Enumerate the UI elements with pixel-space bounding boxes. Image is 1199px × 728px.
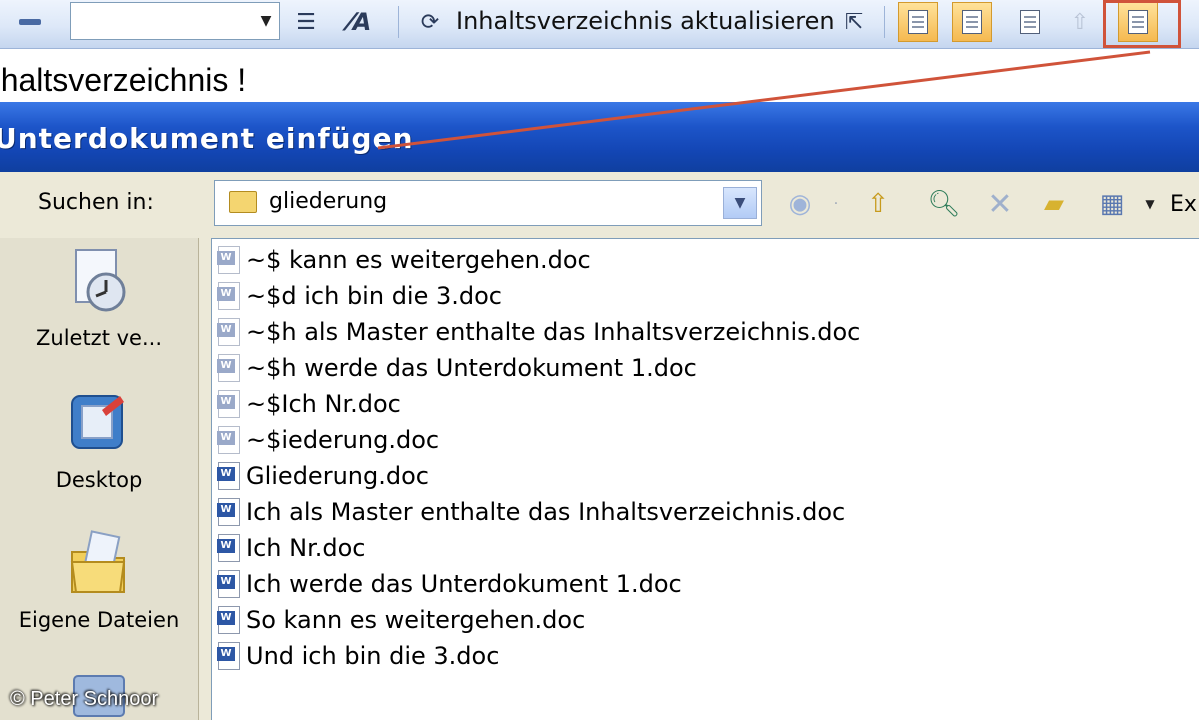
file-name: Ich Nr.doc <box>246 534 366 562</box>
file-name: ~$ kann es weitergehen.doc <box>246 246 591 274</box>
file-name: ~$h als Master enthalte das Inhaltsverze… <box>246 318 861 346</box>
list-item[interactable]: W ~$Ich Nr.doc <box>217 387 401 421</box>
remove-subdocument-button[interactable]: ⇧ <box>1064 6 1096 38</box>
word-document-icon: W <box>217 318 240 346</box>
extras-button[interactable]: Ex <box>1170 192 1197 217</box>
file-name: Und ich bin die 3.doc <box>246 642 500 670</box>
outline-level-combo[interactable]: ▼ <box>70 2 280 40</box>
word-document-icon: W <box>217 390 240 418</box>
views-dropdown[interactable]: ▼ <box>1140 184 1160 224</box>
file-name: ~$h werde das Unterdokument 1.doc <box>246 354 697 382</box>
update-toc-icon-button[interactable]: ⟳ <box>414 6 446 38</box>
views-icon: ▦ <box>1099 189 1125 219</box>
word-document-icon: W <box>217 534 240 562</box>
word-document-icon: W <box>217 606 240 634</box>
go-to-toc-button[interactable]: ⇱ <box>838 6 870 38</box>
back-dropdown[interactable]: · <box>826 184 846 224</box>
word-document-icon: W <box>217 498 240 526</box>
list-item[interactable]: W ~$h als Master enthalte das Inhaltsver… <box>217 315 861 349</box>
word-document-icon: W <box>217 246 240 274</box>
demote-button[interactable] <box>8 8 52 36</box>
file-name: Ich als Master enthalte das Inhaltsverze… <box>246 498 846 526</box>
my-documents-icon <box>66 528 132 598</box>
look-in-combo[interactable]: gliederung ▼ <box>214 180 762 226</box>
text-format-icon: ⁄A <box>348 8 372 36</box>
annotation-highlight-box <box>1103 0 1181 48</box>
file-name: So kann es weitergehen.doc <box>246 606 586 634</box>
collapse-subdocuments-button[interactable] <box>952 2 992 42</box>
list-item[interactable]: W Gliederung.doc <box>217 459 429 493</box>
list-item[interactable]: W Ich werde das Unterdokument 1.doc <box>217 567 682 601</box>
page-icon <box>1020 10 1040 34</box>
place-desktop[interactable]: Desktop <box>0 388 198 492</box>
minus-icon <box>19 19 41 25</box>
list-item[interactable]: W So kann es weitergehen.doc <box>217 603 586 637</box>
chevron-down-icon[interactable]: ▼ <box>253 3 279 39</box>
delete-icon: ✕ <box>987 186 1013 222</box>
desktop-icon <box>66 388 132 458</box>
document-arrow-icon: ⇱ <box>844 9 864 35</box>
place-label: Zuletzt ve... <box>36 326 162 350</box>
list-item[interactable]: W ~$iederung.doc <box>217 423 440 457</box>
folder-icon <box>229 191 257 213</box>
update-toc-button[interactable]: Inhaltsverzeichnis aktualisieren <box>456 2 835 40</box>
word-document-icon: W <box>217 642 240 670</box>
toolbar-separator <box>398 6 399 38</box>
delete-button[interactable]: ✕ <box>980 184 1020 224</box>
refresh-icon: ⟳ <box>420 9 440 35</box>
copyright-watermark: © Peter Schnoor <box>10 688 159 710</box>
places-bar: Zuletzt ve... Desktop Eigene Dateien <box>0 238 199 720</box>
lines-icon: ☰ <box>296 9 316 35</box>
new-folder-icon: ▰ <box>1044 189 1064 219</box>
search-web-button[interactable]: 🔍︎ <box>922 184 966 224</box>
word-document-icon: W <box>217 462 240 490</box>
list-item[interactable]: W Ich Nr.doc <box>217 531 366 565</box>
show-formatting-button[interactable]: ⁄A <box>344 6 376 38</box>
file-name: Ich werde das Unterdokument 1.doc <box>246 570 682 598</box>
file-list[interactable]: W ~$ kann es weitergehen.doc W ~$d ich b… <box>211 238 1199 720</box>
toolbar: ▼ ☰ ⁄A ⟳ Inhaltsverzeichnis aktualisiere… <box>0 0 1199 49</box>
word-document-icon: W <box>217 570 240 598</box>
up-folder-icon: ⇧ <box>867 189 889 219</box>
chevron-down-icon: ▼ <box>1145 197 1155 211</box>
views-button[interactable]: ▦ <box>1090 184 1134 224</box>
show-level-button[interactable]: ☰ <box>290 6 322 38</box>
back-arrow-icon: ◉ <box>788 189 812 219</box>
master-document-view-button[interactable] <box>898 2 938 42</box>
word-document-icon: W <box>217 282 240 310</box>
place-label: Eigene Dateien <box>18 608 180 632</box>
recent-documents-icon <box>66 246 132 316</box>
create-subdocument-button[interactable] <box>1014 6 1046 38</box>
word-document-icon: W <box>217 426 240 454</box>
file-name: Gliederung.doc <box>246 462 429 490</box>
page-remove-icon: ⇧ <box>1070 9 1090 35</box>
list-item[interactable]: W ~$ kann es weitergehen.doc <box>217 243 591 277</box>
chevron-down-icon: · <box>833 196 839 212</box>
chevron-down-icon[interactable]: ▼ <box>723 187 757 219</box>
up-folder-button[interactable]: ⇧ <box>856 184 900 224</box>
new-folder-button[interactable]: ▰ <box>1032 184 1076 224</box>
word-document-icon: W <box>217 354 240 382</box>
list-item[interactable]: W Ich als Master enthalte das Inhaltsver… <box>217 495 846 529</box>
place-my-documents[interactable]: Eigene Dateien <box>0 528 198 632</box>
look-in-label: Suchen in: <box>38 190 154 215</box>
file-name: ~$d ich bin die 3.doc <box>246 282 502 310</box>
back-button[interactable]: ◉ <box>780 184 820 224</box>
page-stack-icon <box>962 10 982 34</box>
document-heading: Inhaltsverzeichnis ! <box>0 62 247 98</box>
list-item[interactable]: W ~$h werde das Unterdokument 1.doc <box>217 351 697 385</box>
dialog-title: Unterdokument einfügen <box>0 122 414 155</box>
place-label: Desktop <box>55 468 143 492</box>
look-in-value: gliederung <box>269 189 388 214</box>
toolbar-separator <box>884 6 885 38</box>
file-name: ~$Ich Nr.doc <box>246 390 401 418</box>
place-recent[interactable]: Zuletzt ve... <box>0 246 198 350</box>
list-item[interactable]: W Und ich bin die 3.doc <box>217 639 500 673</box>
list-item[interactable]: W ~$d ich bin die 3.doc <box>217 279 502 313</box>
search-icon: 🔍︎ <box>927 189 961 219</box>
page-icon <box>908 10 928 34</box>
file-name: ~$iederung.doc <box>246 426 440 454</box>
